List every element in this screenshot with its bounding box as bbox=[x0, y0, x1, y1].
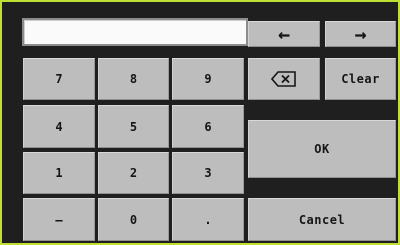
backspace-icon bbox=[271, 71, 297, 87]
digit-2-button[interactable]: 2 bbox=[98, 152, 169, 194]
clear-button[interactable]: Clear bbox=[325, 58, 396, 100]
value-display-field[interactable] bbox=[22, 18, 248, 46]
digit-8-button[interactable]: 8 bbox=[98, 58, 169, 100]
digit-9-button[interactable]: 9 bbox=[172, 58, 244, 100]
digit-3-button[interactable]: 3 bbox=[172, 152, 244, 194]
cancel-button[interactable]: Cancel bbox=[248, 198, 396, 241]
numeric-keypad-dialog: ← → 7 8 9 4 5 6 1 2 3 – 0 . Clear OK Can… bbox=[0, 0, 400, 245]
digit-6-button[interactable]: 6 bbox=[172, 105, 244, 148]
cursor-right-button[interactable]: → bbox=[325, 21, 396, 47]
digit-5-button[interactable]: 5 bbox=[98, 105, 169, 148]
digit-4-button[interactable]: 4 bbox=[23, 105, 95, 148]
digit-7-button[interactable]: 7 bbox=[23, 58, 95, 100]
backspace-button[interactable] bbox=[248, 58, 320, 100]
digit-1-button[interactable]: 1 bbox=[23, 152, 95, 194]
ok-button[interactable]: OK bbox=[248, 120, 396, 178]
digit-0-button[interactable]: 0 bbox=[98, 198, 169, 241]
decimal-point-button[interactable]: . bbox=[172, 198, 244, 241]
minus-button[interactable]: – bbox=[23, 198, 95, 241]
cursor-left-button[interactable]: ← bbox=[248, 21, 320, 47]
